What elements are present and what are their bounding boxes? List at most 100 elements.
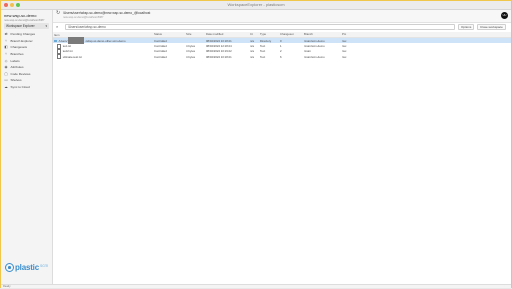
- sidebar-item-label: Pending Changes: [10, 32, 36, 37]
- sidebar-item-label: Sync to Cloud: [10, 85, 30, 90]
- sidebar-item[interactable]: ☁ Sync to Cloud: [3, 84, 50, 91]
- size-cell: 4 bytes: [186, 49, 196, 54]
- sidebar-item-label: Attributes: [10, 65, 24, 70]
- ct-cell: n/a: [250, 44, 254, 49]
- type-cell: Directory: [260, 38, 272, 43]
- item-name: /Users/: [58, 38, 68, 43]
- size-cell: 4 bytes: [186, 54, 196, 59]
- folder-icon: [54, 39, 58, 42]
- status-cell: Controlled: [154, 38, 167, 43]
- date-cell: 08/02/2022 12:18:24: [206, 44, 232, 49]
- workspace-path-sub: new-wsp-sc-demo@localhost:8087: [63, 16, 104, 19]
- close-workspace-button[interactable]: Close workspace: [477, 24, 506, 30]
- shelve-icon: ▭: [4, 78, 8, 83]
- branch-cell: /main/scm-demo: [304, 54, 325, 59]
- chevron-down-icon: ▾: [45, 24, 47, 28]
- header-filler: [361, 32, 511, 37]
- column-header[interactable]: Changeset: [279, 32, 303, 37]
- item-name: text2.txt: [62, 49, 73, 54]
- file-icon: [57, 43, 62, 49]
- file-icon: [57, 54, 62, 60]
- item-cell: ultimate-test.txt: [53, 54, 153, 60]
- avatar[interactable]: UU: [501, 12, 508, 19]
- column-header[interactable]: Type: [259, 32, 279, 37]
- workspace-subtitle: new-wsp-sc-demo@localhost:8087: [4, 19, 45, 22]
- workspace-name: new-wsp-sc-demo: [4, 13, 37, 18]
- workspace-explorer: ↻ /Users/user/wksp-sc-demo@new-wsp-sc-de…: [53, 10, 511, 285]
- pm-cell: rwx: [342, 38, 347, 43]
- branch-cell: /main: [304, 49, 311, 54]
- cloud-icon: ☁: [4, 85, 8, 90]
- size-cell: 4 bytes: [186, 44, 196, 49]
- sidebar-item[interactable]: ⑂ Branches: [3, 51, 50, 58]
- top-toolbar: ↻ /Users/user/wksp-sc-demo@new-wsp-sc-de…: [53, 10, 511, 23]
- workspace-header[interactable]: new-wsp-sc-demo new-wsp-sc-demo@localhos…: [4, 13, 50, 22]
- sidebar-item-label: Code Reviews: [10, 71, 31, 76]
- date-cell: 08/02/2022 10:18:21: [206, 38, 232, 43]
- sidebar-item-label: Branches: [10, 52, 24, 57]
- ct-cell: n/a: [250, 38, 254, 43]
- filter-icon: ⌕: [56, 24, 59, 29]
- sidebar-nav: ⇄ Pending Changes ⑂ Branch Explorer ◧ Changes…: [3, 31, 50, 90]
- sidebar-item-label: Labels: [10, 58, 20, 63]
- plastic-logo-icon: [5, 263, 14, 272]
- table-body: /Users/ /wksp-sc-demo-other-scm-demo Contr…: [53, 37, 511, 60]
- changeset-cell: 0: [280, 38, 282, 43]
- app-window: WorkspaceExplorer - plasticscm new-wsp-s…: [0, 0, 512, 288]
- workspace-path: /Users/user/wksp-sc-demo@new-wsp-sc-demo…: [63, 11, 151, 15]
- filter-bar: ⌕ /Users/user/wksp-sc-demo Options Close…: [53, 23, 511, 32]
- item-cell: text.txt: [53, 43, 153, 49]
- column-header[interactable]: Branch: [303, 32, 341, 37]
- status-cell: Controlled: [154, 44, 167, 49]
- type-cell: Text: [260, 54, 266, 59]
- filter-input[interactable]: /Users/user/wksp-sc-demo: [65, 24, 455, 30]
- sidebar-item[interactable]: ◧ Changesets: [3, 44, 50, 51]
- item-cell: text2.txt: [53, 48, 153, 54]
- ct-cell: n/a: [250, 54, 254, 59]
- column-header[interactable]: Status: [153, 32, 185, 37]
- column-header[interactable]: Size: [185, 32, 205, 37]
- ct-cell: n/a: [250, 49, 254, 54]
- item-name-rest: /wksp-sc-demo-other-scm-demo: [85, 38, 126, 43]
- sidebar-item-label: Changesets: [10, 45, 28, 50]
- view-selector-label: Workspace Explorer: [6, 24, 35, 28]
- label-icon: ◇: [4, 58, 8, 63]
- title-bar: WorkspaceExplorer - plasticscm: [1, 1, 511, 10]
- status-cell: Controlled: [154, 49, 167, 54]
- plastic-scm-logo: plastic scm: [5, 263, 48, 272]
- column-header[interactable]: Date modified: [205, 32, 249, 37]
- column-header[interactable]: Ct: [249, 32, 259, 37]
- pm-cell: rwx: [342, 44, 347, 49]
- pm-cell: rwx: [342, 54, 347, 59]
- sidebar-item[interactable]: ⇄ Pending Changes: [3, 31, 50, 38]
- sidebar-item[interactable]: ▢ Code Reviews: [3, 71, 50, 78]
- item-name: text.txt: [62, 44, 72, 49]
- pending-changes-icon: ⇄: [4, 32, 8, 37]
- changeset-cell: 2: [280, 49, 282, 54]
- sidebar-item[interactable]: ▭ Shelves: [3, 77, 50, 84]
- options-button[interactable]: Options: [458, 24, 475, 30]
- sidebar-item[interactable]: ◉ Attributes: [3, 64, 50, 71]
- sidebar-item-label: Shelves: [10, 78, 22, 83]
- item-name: ultimate-test.txt: [62, 54, 82, 59]
- changeset-icon: ◧: [4, 45, 8, 50]
- date-cell: 08/02/2022 10:19:22: [206, 49, 232, 54]
- column-header[interactable]: Pm: [341, 32, 361, 37]
- sidebar-item[interactable]: ⑂ Branch Explorer: [3, 38, 50, 45]
- status-bar: Ready: [1, 284, 511, 288]
- view-selector[interactable]: Workspace Explorer ▾: [4, 23, 49, 29]
- refresh-icon[interactable]: ↻: [56, 10, 60, 16]
- logo-word: plastic: [15, 263, 39, 272]
- attribute-icon: ◉: [4, 65, 8, 70]
- branch-icon: ⑂: [4, 38, 8, 43]
- branch-cell: /main/scm-demo: [304, 44, 325, 49]
- date-cell: 08/02/2022 10:18:21: [206, 54, 232, 59]
- table-row[interactable]: ultimate-test.txt Controlled 4 bytes 08/02/…: [53, 54, 511, 60]
- sidebar-item-label: Branch Explorer: [10, 38, 33, 43]
- items-table: Item Status Size Date modified Ct Type Changes…: [53, 32, 511, 60]
- changeset-cell: 1: [280, 44, 282, 49]
- changeset-cell: 6: [280, 54, 282, 59]
- branch-cell: /main/scm-demo: [304, 38, 325, 43]
- pm-cell: rwx: [342, 49, 347, 54]
- sidebar-item[interactable]: ◇ Labels: [3, 57, 50, 64]
